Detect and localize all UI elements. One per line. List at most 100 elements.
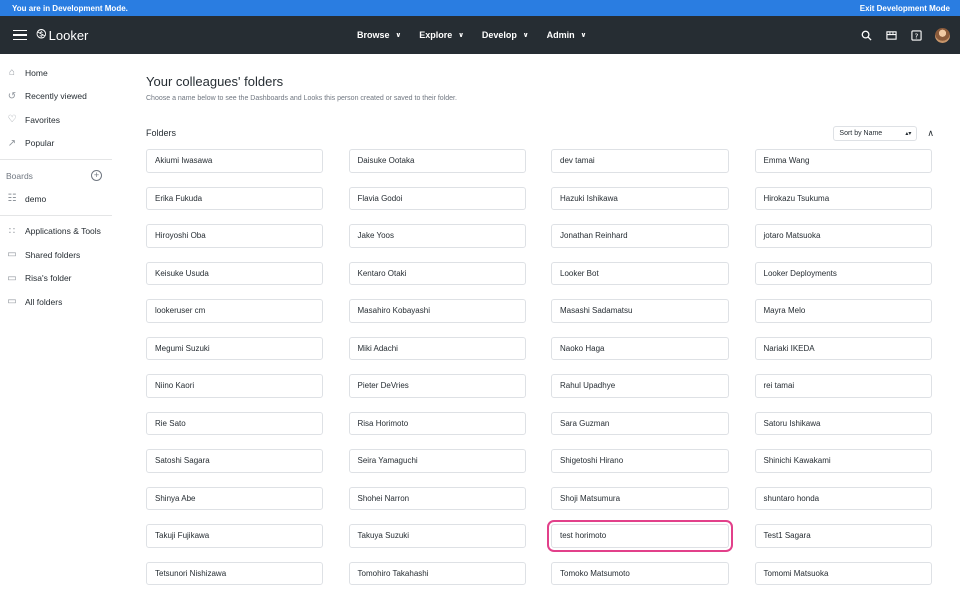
sidebar-item-label: Applications & Tools [25, 226, 101, 237]
looker-logo[interactable]: 🄏 Looker [37, 26, 88, 44]
help-icon[interactable]: ? [910, 29, 922, 41]
board-icon: ☷ [7, 193, 17, 205]
folder-card[interactable]: dev tamai [551, 149, 729, 173]
nav-browse-label: Browse [357, 30, 390, 40]
folder-card[interactable]: Hazuki Ishikawa [551, 186, 729, 210]
sidebar-item-demo[interactable]: ☷ demo [0, 187, 112, 211]
sidebar-item-label: Shared folders [25, 249, 81, 260]
folder-card[interactable]: Keisuke Usuda [146, 261, 323, 285]
svg-text:?: ? [914, 31, 918, 40]
sidebar-item-all-folders[interactable]: ▭ All folders [0, 290, 112, 314]
folder-card[interactable]: Tomomi Matsuoka [754, 561, 932, 585]
folder-card[interactable]: Rie Sato [146, 411, 323, 435]
avatar[interactable] [935, 27, 950, 43]
sidebar-item-label: demo [25, 193, 47, 204]
select-arrows-icon: ▴▾ [905, 130, 912, 137]
folders-header: Folders Sort by Name ▴▾ ∧ [146, 125, 934, 141]
folder-card[interactable]: Jonathan Reinhard [551, 224, 729, 248]
sidebar-item-shared-folders[interactable]: ▭ Shared folders [0, 243, 112, 267]
folder-card[interactable]: test horimoto [547, 520, 733, 552]
folder-card[interactable]: Nariaki IKEDA [754, 336, 932, 360]
folder-card[interactable]: Flavia Godoi [348, 186, 526, 210]
folder-card[interactable]: Emma Wang [754, 149, 932, 173]
folder-card[interactable]: Megumi Suzuki [146, 336, 323, 360]
folder-card[interactable]: Takuya Suzuki [348, 524, 526, 548]
folder-card[interactable]: Tetsunori Nishizawa [146, 561, 323, 585]
looker-logo-icon: 🄏 [37, 26, 46, 42]
folder-card[interactable]: Mayra Melo [754, 299, 932, 323]
folder-card[interactable]: jotaro Matsuoka [754, 224, 932, 248]
folder-card[interactable]: Satoshi Sagara [146, 449, 323, 473]
folder-card[interactable]: Takuji Fujikawa [146, 524, 323, 548]
top-nav: 🄏 Looker Browse ∨ Explore ∨ Develop ∨ Admin… [0, 16, 960, 54]
main-menu: Browse ∨ Explore ∨ Develop ∨ Admin ∨ [357, 16, 604, 54]
nav-browse[interactable]: Browse ∨ [357, 30, 401, 40]
folder-card[interactable]: Shoji Matsumura [551, 486, 729, 510]
page-subtitle: Choose a name below to see the Dashboard… [146, 95, 457, 102]
folder-card[interactable]: Shinichi Kawakami [754, 449, 932, 473]
sidebar-item-label: Risa's folder [25, 273, 72, 284]
folder-card[interactable]: Miki Adachi [348, 336, 526, 360]
folder-card[interactable]: Shohei Narron [348, 486, 526, 510]
sort-select[interactable]: Sort by Name ▴▾ [833, 125, 918, 141]
folder-icon: ▭ [7, 296, 17, 308]
folder-card[interactable]: Test1 Sagara [754, 524, 932, 548]
folder-card[interactable]: Hiroyoshi Oba [146, 224, 323, 248]
folder-card[interactable]: Tomohiro Takahashi [348, 561, 526, 585]
folders-label: Folders [146, 128, 177, 138]
folder-card[interactable]: Masahiro Kobayashi [348, 299, 526, 323]
folder-card[interactable]: Naoko Haga [551, 336, 729, 360]
folder-card[interactable]: Jake Yoos [348, 224, 526, 248]
folder-card[interactable]: shuntaro honda [754, 486, 932, 510]
menu-icon[interactable] [13, 29, 27, 41]
folder-card[interactable]: Masashi Sadamatsu [551, 299, 729, 323]
sidebar-item-label: Recently viewed [25, 91, 87, 102]
folder-card[interactable]: Sara Guzman [551, 411, 729, 435]
folder-card[interactable]: Pieter DeVries [348, 374, 526, 398]
apps-grid-icon: ∷ [8, 225, 16, 237]
sidebar-item-favorites[interactable]: ♡ Favorites [0, 108, 112, 132]
folder-card[interactable]: Looker Deployments [754, 261, 932, 285]
folder-card[interactable]: Seira Yamaguchi [348, 449, 526, 473]
folder-card[interactable]: Satoru Ishikawa [754, 411, 932, 435]
collapse-icon[interactable]: ∧ [927, 128, 934, 139]
folder-card[interactable]: Kentaro Otaki [348, 261, 526, 285]
sidebar-item-home[interactable]: ⌂ Home [0, 61, 112, 85]
nav-explore[interactable]: Explore ∨ [419, 30, 464, 40]
nav-admin[interactable]: Admin ∨ [547, 30, 587, 40]
sort-value: Sort by Name [839, 129, 883, 137]
folder-card[interactable]: Niino Kaori [146, 374, 323, 398]
folder-card[interactable]: Looker Bot [551, 261, 729, 285]
trending-icon: ↗ [7, 137, 17, 149]
folder-card[interactable]: rei tamai [754, 374, 932, 398]
sidebar-item-popular[interactable]: ↗ Popular [0, 132, 112, 156]
sidebar-item-label: Home [25, 67, 48, 78]
add-board-icon[interactable]: + [91, 170, 102, 181]
exit-dev-mode-link[interactable]: Exit Development Mode [860, 4, 950, 13]
folder-card[interactable]: lookeruser cm [146, 299, 323, 323]
folder-card[interactable]: Tomoko Matsumoto [551, 561, 729, 585]
chevron-down-icon: ∨ [580, 32, 587, 39]
marketplace-icon[interactable] [885, 29, 897, 41]
folder-card[interactable]: Rahul Upadhye [551, 374, 729, 398]
search-icon[interactable] [860, 29, 872, 41]
sidebar-item-risas-folder[interactable]: ▭ Risa's folder [0, 267, 112, 291]
sidebar: ⌂ Home ↺ Recently viewed ♡ Favorites ↗ Popul… [0, 54, 112, 314]
folder-card[interactable]: Risa Horimoto [348, 411, 526, 435]
folder-card[interactable]: Hirokazu Tsukuma [754, 186, 932, 210]
folder-card[interactable]: Shigetoshi Hirano [551, 449, 729, 473]
folder-card[interactable]: Daisuke Ootaka [348, 149, 526, 173]
sidebar-item-label: All folders [25, 296, 63, 307]
folder-card[interactable]: Akiumi Iwasawa [146, 149, 323, 173]
nav-admin-label: Admin [546, 30, 575, 40]
history-icon: ↺ [7, 90, 17, 102]
nav-develop[interactable]: Develop ∨ [482, 30, 529, 40]
sidebar-item-label: Favorites [25, 114, 60, 125]
folder-card[interactable]: Shinya Abe [146, 486, 323, 510]
folder-card[interactable]: Erika Fukuda [146, 186, 323, 210]
dev-mode-banner: You are in Development Mode. Exit Develo… [0, 0, 960, 16]
sidebar-item-recently-viewed[interactable]: ↺ Recently viewed [0, 85, 112, 109]
sidebar-item-label: Popular [25, 138, 55, 149]
sidebar-item-applications-tools[interactable]: ∷ Applications & Tools [0, 220, 112, 244]
nav-develop-label: Develop [481, 30, 517, 40]
